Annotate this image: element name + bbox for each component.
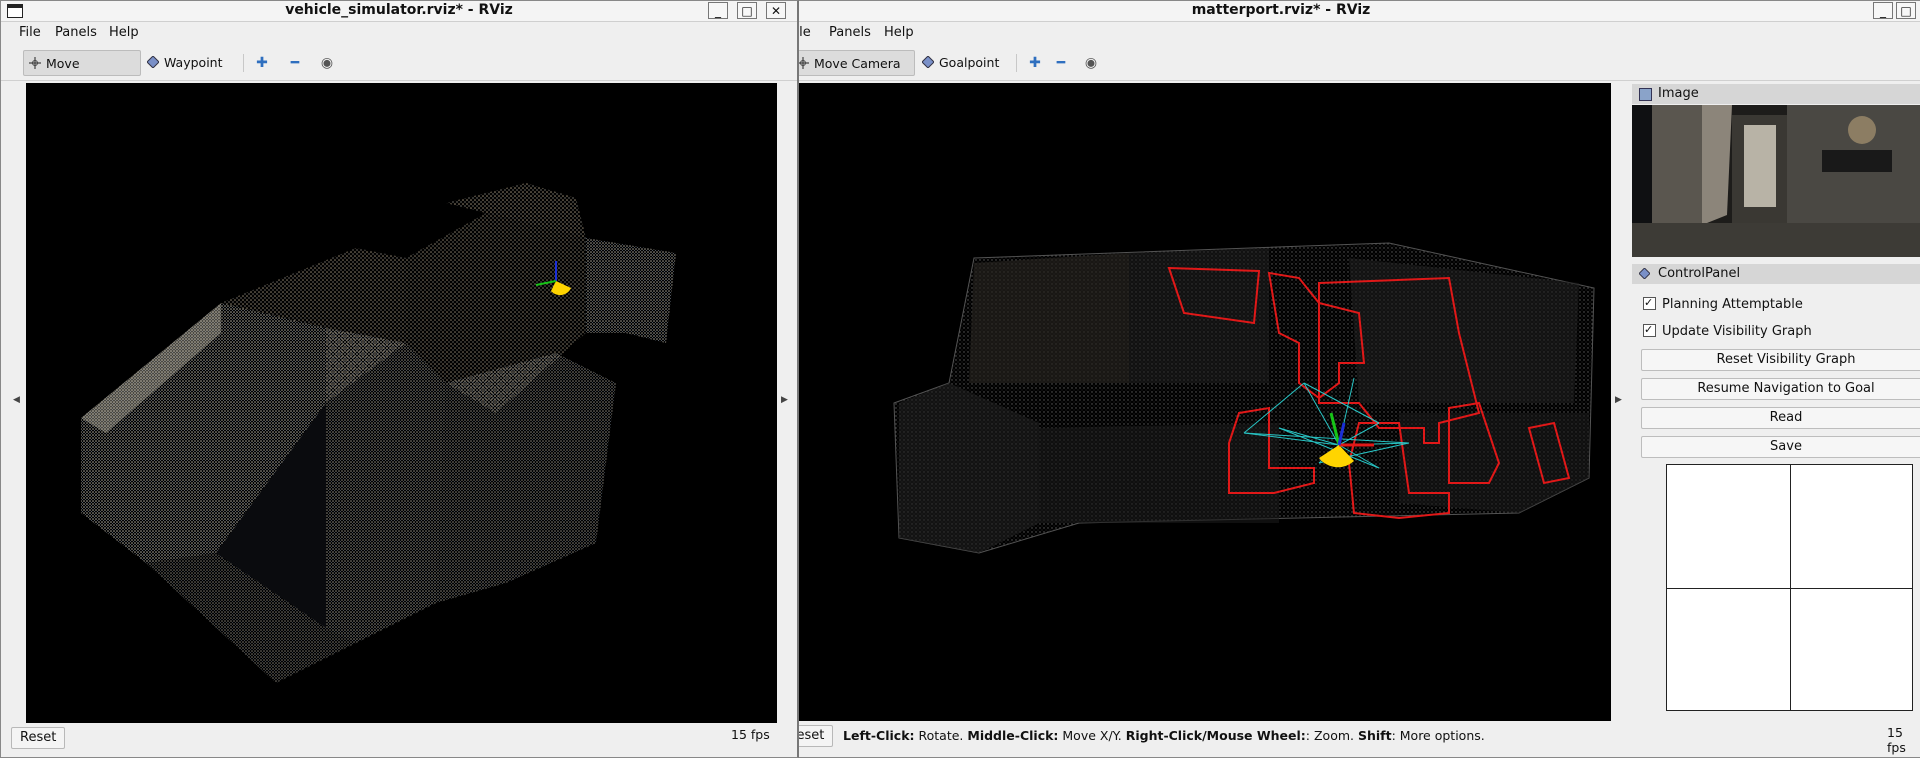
zoom-out-icon[interactable]: ━ xyxy=(1053,55,1069,71)
maximize-icon[interactable]: □ xyxy=(1896,2,1916,19)
camera-image xyxy=(1632,105,1920,257)
control-panel-title: ControlPanel xyxy=(1658,266,1741,281)
control-panel-icon xyxy=(1639,268,1650,279)
titlebar: matterport.rviz* - RViz _ □ xyxy=(791,1,1920,22)
move-camera-tool[interactable]: Move Camera xyxy=(791,50,915,76)
help-text: Left-Click: Rotate. Middle-Click: Move X… xyxy=(843,728,1485,743)
view-icon[interactable]: ◉ xyxy=(319,55,335,71)
help-more: : More options. xyxy=(1391,728,1485,743)
help-move: Move X/Y. xyxy=(1058,728,1126,743)
goalpoint-tool[interactable]: Goalpoint xyxy=(917,50,1009,76)
goalpoint-icon xyxy=(922,56,934,68)
planning-attemptable-checkbox[interactable]: Planning Attemptable xyxy=(1643,295,1803,313)
fps-readout: 15 fps xyxy=(1887,725,1906,755)
save-button[interactable]: Save xyxy=(1641,436,1920,458)
minimize-icon[interactable]: _ xyxy=(708,2,728,19)
pointcloud-building xyxy=(81,183,676,683)
reset-button[interactable]: Reset xyxy=(11,727,66,749)
move-camera-icon xyxy=(29,57,41,69)
left-rviz-window: vehicle_simulator.rviz* - RViz _ □ ✕ Fil… xyxy=(0,0,799,758)
3d-viewport[interactable] xyxy=(26,83,777,723)
checkbox-checked[interactable] xyxy=(1643,322,1656,338)
checkbox-checked[interactable] xyxy=(1643,295,1656,311)
zoom-in-icon[interactable]: ✚ xyxy=(1027,55,1043,71)
view-icon[interactable]: ◉ xyxy=(1083,55,1099,71)
image-panel-title: Image xyxy=(1658,86,1699,101)
zoom-out-icon[interactable]: ━ xyxy=(287,55,303,71)
3d-viewport[interactable] xyxy=(799,83,1611,721)
menu-panels[interactable]: Panels xyxy=(55,25,97,40)
expand-arrow-icon[interactable]: ▶ xyxy=(781,395,788,405)
joystick-pad[interactable] xyxy=(1666,464,1913,711)
window-title: vehicle_simulator.rviz* - RViz xyxy=(285,2,513,18)
joystick-crosshair-horizontal xyxy=(1667,588,1912,589)
maximize-icon[interactable]: □ xyxy=(737,2,757,19)
menu-panels[interactable]: Panels xyxy=(829,25,871,40)
help-left-click: Left-Click: xyxy=(843,728,915,743)
resume-navigation-button[interactable]: Resume Navigation to Goal xyxy=(1641,378,1920,400)
collapse-arrow-icon[interactable]: ▶ xyxy=(1615,395,1622,405)
pointcloud-floor xyxy=(893,242,1595,554)
help-rotate: Rotate. xyxy=(914,728,968,743)
toolbar-separator xyxy=(243,54,244,72)
control-panel-header: ControlPanel xyxy=(1632,264,1920,284)
collapse-arrow-icon[interactable]: ◀ xyxy=(13,395,20,405)
zoom-in-icon[interactable]: ✚ xyxy=(254,55,270,71)
menu-help[interactable]: Help xyxy=(109,25,139,40)
vehicle-pointcloud-scene xyxy=(81,183,676,683)
image-panel-icon xyxy=(1639,88,1652,101)
move-camera-label: Move Camera xyxy=(814,56,901,71)
image-panel-header: Image xyxy=(1632,84,1920,104)
toolbar: Move Camera Waypoint ✚ ━ ◉ xyxy=(1,46,797,97)
menubar: File Panels Help xyxy=(791,22,1920,44)
matterport-pointcloud-scene xyxy=(893,242,1595,554)
update-visibility-graph-checkbox[interactable]: Update Visibility Graph xyxy=(1643,322,1812,340)
close-icon[interactable]: ✕ xyxy=(766,2,786,19)
help-shift: Shift xyxy=(1357,728,1392,743)
menu-file[interactable]: File xyxy=(19,25,41,40)
waypoint-icon xyxy=(147,56,159,68)
waypoint-label: Waypoint xyxy=(164,55,223,70)
fps-readout: 15 fps xyxy=(731,727,770,742)
statusbar: Reset 15 fps xyxy=(1,723,797,749)
help-middle-click: Middle-Click: xyxy=(967,728,1059,743)
checkbox-label: Update Visibility Graph xyxy=(1662,324,1812,339)
waypoint-tool[interactable]: Waypoint xyxy=(142,50,233,76)
read-button[interactable]: Read xyxy=(1641,407,1920,429)
minimize-icon[interactable]: _ xyxy=(1873,2,1893,19)
menubar: File Panels Help xyxy=(1,22,797,44)
help-zoom: : Zoom. xyxy=(1305,728,1358,743)
goalpoint-label: Goalpoint xyxy=(939,55,1000,70)
window-title: matterport.rviz* - RViz xyxy=(1191,2,1371,18)
toolbar: Move Camera Goalpoint ✚ ━ ◉ xyxy=(791,46,1920,81)
reset-visibility-graph-button[interactable]: Reset Visibility Graph xyxy=(1641,349,1920,371)
titlebar: vehicle_simulator.rviz* - RViz _ □ ✕ xyxy=(1,1,797,22)
toolbar-separator xyxy=(1016,54,1017,72)
menu-help[interactable]: Help xyxy=(884,25,914,40)
move-camera-tool[interactable]: Move Camera xyxy=(23,50,141,97)
statusbar: Reset Left-Click: Rotate. Middle-Click: … xyxy=(791,723,1920,755)
help-right-click: Right-Click/Mouse Wheel: xyxy=(1125,728,1306,743)
right-rviz-window: matterport.rviz* - RViz _ □ File Panels … xyxy=(790,0,1920,758)
checkbox-label: Planning Attemptable xyxy=(1662,297,1803,312)
